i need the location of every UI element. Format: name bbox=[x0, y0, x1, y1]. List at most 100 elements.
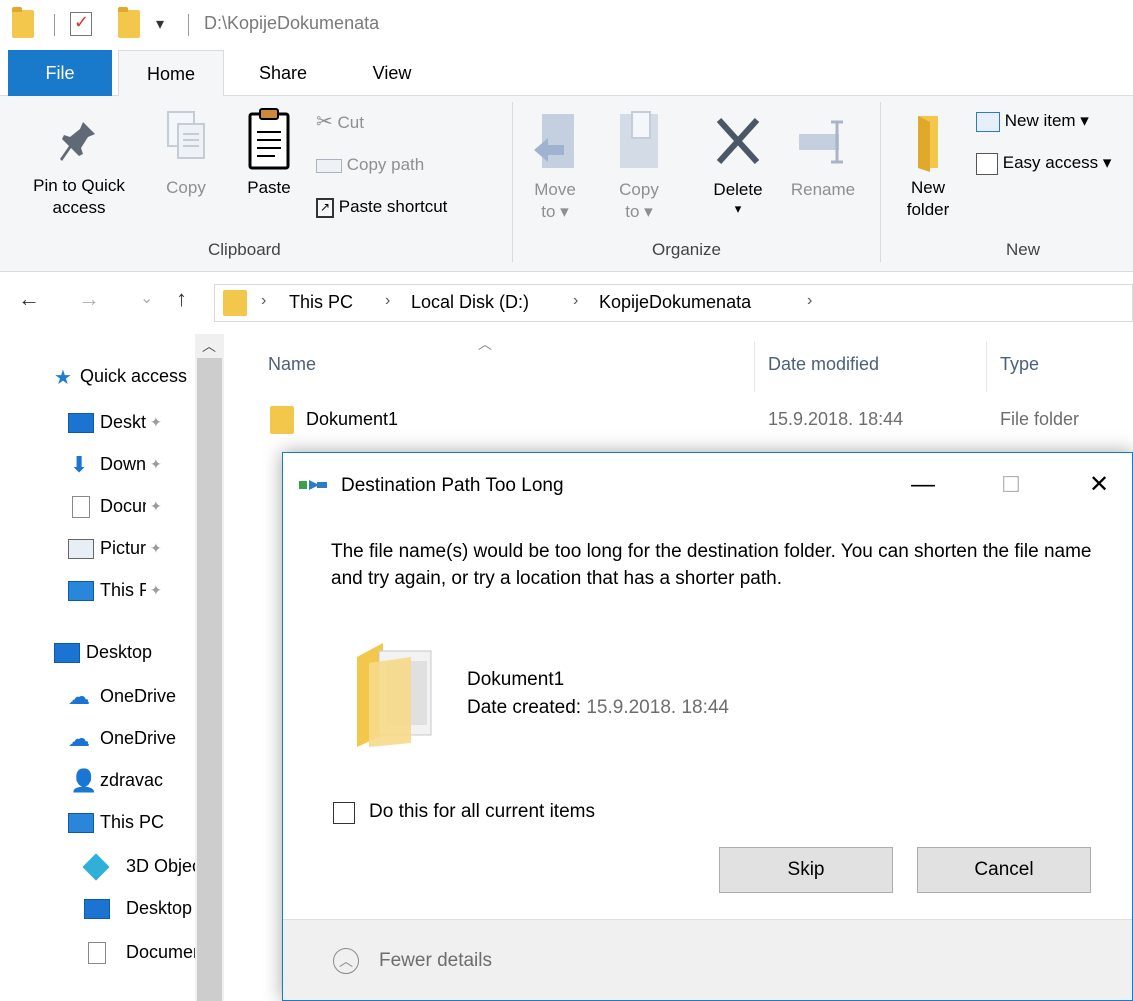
window-title: D:\KopijeDokumenata bbox=[204, 13, 380, 33]
nav-item-user[interactable]: 👤 zdravac bbox=[0, 762, 195, 800]
paste-shortcut-button[interactable]: ↗ Paste shortcut bbox=[316, 196, 447, 218]
nav-item-desktop-sub[interactable]: Desktop bbox=[0, 890, 195, 928]
column-header-name[interactable]: Name bbox=[268, 354, 316, 375]
pictures-icon bbox=[68, 539, 94, 559]
nav-item-quick-access[interactable]: ★ Quick access bbox=[0, 358, 195, 396]
nav-item-3d-objects[interactable]: 3D Objects bbox=[0, 848, 195, 886]
customize-quick-access-dropdown[interactable]: ▾ bbox=[156, 14, 164, 34]
scroll-up-arrow-icon[interactable]: ︿ bbox=[202, 336, 216, 356]
fewer-details-link[interactable]: Fewer details bbox=[379, 950, 492, 972]
date-created-label: Date created: bbox=[467, 697, 582, 718]
rename-icon bbox=[799, 120, 843, 164]
skip-button[interactable]: Skip bbox=[719, 847, 893, 893]
copy-button[interactable]: Copy bbox=[158, 110, 214, 199]
nav-pane-scrollbar[interactable]: ︿ bbox=[195, 334, 224, 1001]
easy-access-button[interactable]: Easy access ▾ bbox=[976, 152, 1111, 175]
nav-item-pictures-pinned[interactable]: Pictures ✦ bbox=[0, 530, 195, 568]
scrollbar-thumb[interactable] bbox=[197, 358, 222, 1001]
rename-button[interactable]: Rename bbox=[780, 110, 866, 201]
copy-to-button[interactable]: Copy to ▾ bbox=[608, 110, 670, 222]
copy-label: Copy bbox=[166, 178, 206, 198]
breadcrumb-separator[interactable]: › bbox=[807, 292, 812, 310]
delete-button[interactable]: Delete ▾ bbox=[700, 110, 776, 217]
nav-item-desktop[interactable]: Desktop bbox=[0, 634, 195, 672]
minimize-button[interactable]: — bbox=[893, 467, 953, 503]
chevron-up-icon[interactable]: ︿ bbox=[333, 948, 359, 974]
maximize-button[interactable]: ☐ bbox=[981, 467, 1041, 503]
copy-icon bbox=[167, 111, 205, 159]
copy-path-button[interactable]: Copy path bbox=[316, 154, 424, 175]
computer-icon bbox=[68, 813, 94, 833]
breadcrumb-separator[interactable]: › bbox=[261, 292, 266, 310]
new-folder-button[interactable]: New folder bbox=[890, 112, 966, 220]
nav-item-documents-pinned[interactable]: Documents ✦ bbox=[0, 488, 195, 526]
folder-icon[interactable] bbox=[12, 7, 34, 38]
new-item-label: New item ▾ bbox=[1004, 111, 1089, 130]
folder-icon bbox=[270, 406, 294, 434]
folder-with-documents-icon bbox=[357, 643, 432, 747]
cut-button[interactable]: ✂ Cut bbox=[316, 110, 364, 135]
nav-item-onedrive-2[interactable]: ☁ OneDrive bbox=[0, 720, 195, 758]
new-item-button[interactable]: New item ▾ bbox=[976, 110, 1089, 132]
do-this-for-all-checkbox[interactable] bbox=[333, 802, 355, 824]
onedrive-cloud-icon: ☁ bbox=[68, 684, 90, 709]
easy-access-label: Easy access ▾ bbox=[1002, 153, 1112, 172]
nav-item-desktop-pinned[interactable]: Desktop ✦ bbox=[0, 404, 195, 442]
nav-item-this-pc-pinned[interactable]: This PC ✦ bbox=[0, 572, 195, 610]
paste-shortcut-label: Paste shortcut bbox=[338, 197, 448, 216]
scissors-icon: ✂ bbox=[316, 111, 333, 133]
do-this-for-all-label[interactable]: Do this for all current items bbox=[369, 801, 595, 823]
move-to-label-line2: to ▾ bbox=[541, 201, 569, 221]
new-folder-quick-icon[interactable] bbox=[118, 7, 140, 38]
column-header-date-modified[interactable]: Date modified bbox=[768, 354, 879, 375]
pin-label-line1: Pin to Quick bbox=[33, 176, 125, 196]
nav-item-onedrive-1[interactable]: ☁ OneDrive bbox=[0, 678, 195, 716]
back-button[interactable]: ← bbox=[18, 286, 40, 312]
breadcrumb-separator[interactable]: › bbox=[385, 292, 390, 310]
document-icon bbox=[72, 496, 90, 518]
pin-label-line2: access bbox=[52, 197, 106, 217]
move-to-button[interactable]: Move to ▾ bbox=[526, 110, 584, 222]
column-separator[interactable] bbox=[754, 342, 755, 392]
pin-icon: ✦ bbox=[150, 540, 162, 556]
destination-path-too-long-dialog: Destination Path Too Long — ☐ ✕ The file… bbox=[282, 452, 1133, 1001]
column-separator[interactable] bbox=[986, 342, 987, 392]
breadcrumb-local-disk[interactable]: Local Disk (D:) bbox=[411, 292, 529, 313]
move-to-label-line1: Move bbox=[534, 180, 576, 200]
group-separator bbox=[512, 102, 513, 262]
computer-icon bbox=[68, 581, 94, 601]
move-to-icon bbox=[534, 114, 574, 168]
ribbon-home: Pin to Quick access Copy Paste ✂ Cut Cop… bbox=[0, 96, 1133, 272]
close-button[interactable]: ✕ bbox=[1069, 467, 1129, 503]
up-button[interactable]: ↑ bbox=[176, 286, 187, 312]
forward-button[interactable]: → bbox=[78, 286, 100, 312]
recent-locations-dropdown[interactable]: ⌄ bbox=[140, 288, 153, 308]
user-icon: 👤 bbox=[70, 768, 98, 793]
paste-button[interactable]: Paste bbox=[238, 106, 300, 199]
move-files-icon bbox=[299, 480, 327, 490]
tab-file[interactable]: File bbox=[8, 50, 112, 96]
tab-view[interactable]: View bbox=[356, 50, 428, 96]
cancel-button[interactable]: Cancel bbox=[917, 847, 1091, 893]
desktop-icon bbox=[54, 643, 80, 663]
onedrive-cloud-icon: ☁ bbox=[68, 726, 90, 751]
nav-item-this-pc[interactable]: This PC bbox=[0, 804, 195, 842]
properties-icon[interactable] bbox=[70, 12, 92, 36]
breadcrumb-separator[interactable]: › bbox=[573, 292, 578, 310]
address-bar[interactable]: › This PC › Local Disk (D:) › KopijeDoku… bbox=[214, 284, 1133, 322]
nav-item-documents-sub[interactable]: Documents bbox=[0, 934, 195, 972]
tab-home[interactable]: Home bbox=[118, 50, 224, 97]
breadcrumb-kopijedokumenata[interactable]: KopijeDokumenata bbox=[599, 292, 751, 313]
nav-item-downloads-pinned[interactable]: ⬇ Downloads ✦ bbox=[0, 446, 195, 484]
column-header-type[interactable]: Type bbox=[1000, 354, 1039, 375]
ribbon-tabs: File Home Share View bbox=[0, 50, 1133, 97]
tab-share[interactable]: Share bbox=[240, 50, 326, 96]
file-name-cell: Dokument1 bbox=[306, 409, 399, 429]
breadcrumb-this-pc[interactable]: This PC bbox=[289, 292, 353, 313]
pin-to-quick-access-button[interactable]: Pin to Quick access bbox=[14, 116, 144, 218]
delete-label: Delete bbox=[713, 180, 763, 200]
star-icon: ★ bbox=[54, 367, 72, 389]
delete-dropdown-arrow[interactable]: ▾ bbox=[700, 201, 776, 217]
dialog-title-bar[interactable]: Destination Path Too Long — ☐ ✕ bbox=[283, 453, 1132, 515]
dialog-footer: ︿ Fewer details bbox=[283, 919, 1132, 1000]
